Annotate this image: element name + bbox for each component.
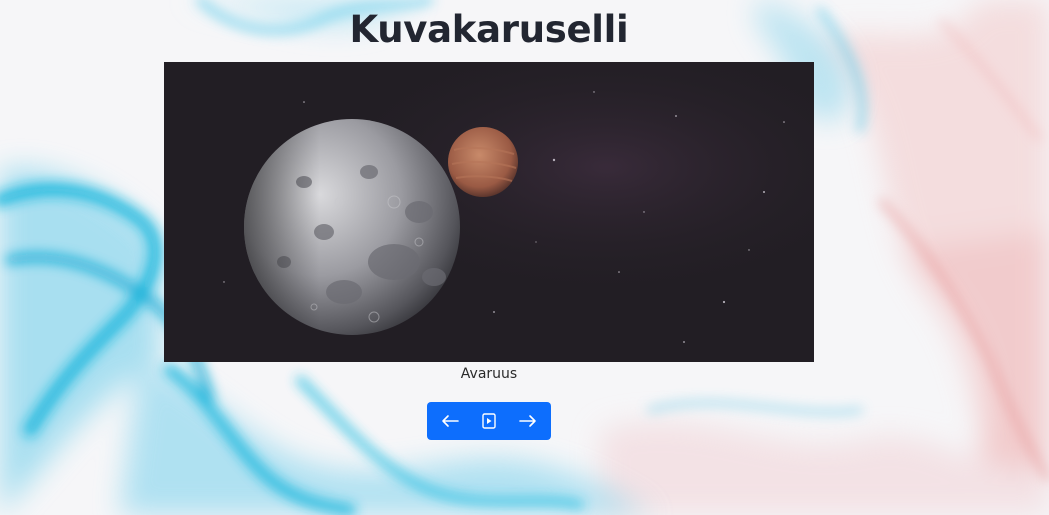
space-illustration — [164, 62, 814, 362]
play-icon — [482, 413, 496, 429]
arrow-left-icon — [442, 415, 460, 427]
carousel-caption: Avaruus — [460, 366, 518, 382]
previous-slide-button[interactable] — [432, 406, 468, 436]
play-slideshow-button[interactable] — [471, 406, 507, 436]
arrow-right-icon — [518, 415, 536, 427]
carousel-slide-image — [164, 62, 814, 362]
carousel-controls — [427, 402, 551, 440]
next-slide-button[interactable] — [510, 406, 546, 436]
page-title: Kuvakaruselli — [349, 8, 629, 51]
page: Kuvakaruselli Avaruus — [0, 0, 1049, 515]
